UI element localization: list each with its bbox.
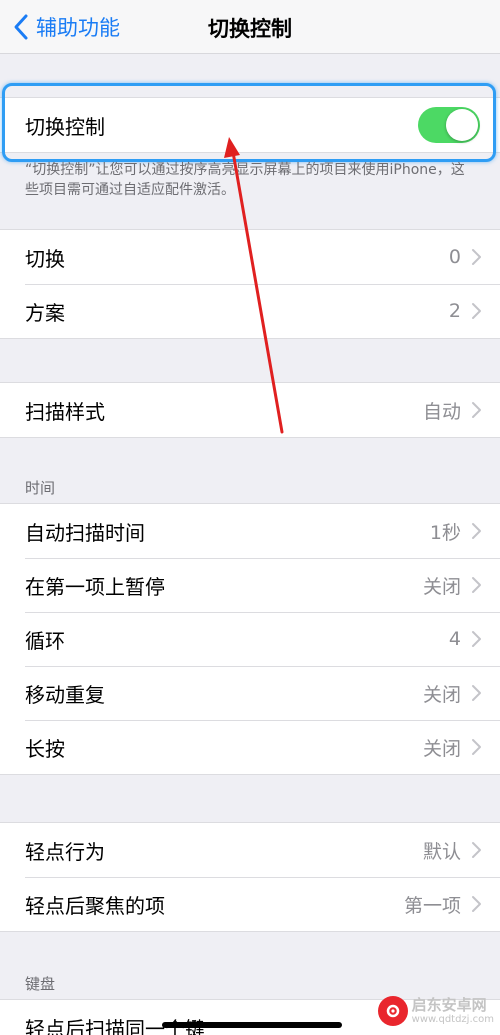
watermark-logo-icon <box>377 996 408 1026</box>
tap-group: 轻点行为 默认 轻点后聚焦的项 第一项 <box>0 822 500 932</box>
row-label: 方案 <box>25 300 65 325</box>
focused-item-after-tap-row[interactable]: 轻点后聚焦的项 第一项 <box>0 877 500 931</box>
row-value: 4 <box>448 628 461 650</box>
row-label: 长按 <box>25 736 65 761</box>
switch-control-footnote: “切换控制”让您可以通过按序高亮显示屏幕上的项目来使用iPhone，这些项目需可… <box>25 162 465 198</box>
recipes-row[interactable]: 方案 2 <box>0 284 500 338</box>
row-label: 循环 <box>25 628 65 653</box>
chevron-right-icon <box>472 739 481 755</box>
row-value: 关闭 <box>422 683 461 706</box>
row-label: 自动扫描时间 <box>25 520 145 545</box>
long-press-row[interactable]: 长按 关闭 <box>0 720 500 774</box>
chevron-right-icon <box>472 303 481 319</box>
keyboard-section-header: 键盘 <box>25 975 56 993</box>
switch-control-row: 切换控制 <box>0 98 500 152</box>
row-value: 1秒 <box>429 521 461 544</box>
row-label: 轻点行为 <box>25 839 105 864</box>
toggle-knob <box>446 109 478 141</box>
scanning-style-group: 扫描样式 自动 <box>0 382 500 438</box>
chevron-right-icon <box>472 402 481 418</box>
row-value: 2 <box>448 300 461 322</box>
pause-on-first-item-row[interactable]: 在第一项上暂停 关闭 <box>0 558 500 612</box>
row-label: 移动重复 <box>25 682 105 707</box>
switches-row[interactable]: 切换 0 <box>0 230 500 284</box>
watermark: 启东安卓网 www.qdtdzj.com <box>377 995 494 1026</box>
row-value: 默认 <box>422 840 461 863</box>
row-label: 扫描样式 <box>25 399 105 424</box>
switches-group: 切换 0 方案 2 <box>0 229 500 339</box>
row-value: 关闭 <box>422 575 461 598</box>
tap-behavior-row[interactable]: 轻点行为 默认 <box>0 823 500 877</box>
watermark-main: 启东安卓网 <box>411 995 487 1014</box>
timing-group: 自动扫描时间 1秒 在第一项上暂停 关闭 循环 4 移动重复 关闭 长按 关闭 <box>0 503 500 775</box>
switch-control-toggle[interactable] <box>418 107 480 143</box>
page-title: 切换控制 <box>208 17 292 41</box>
row-value: 自动 <box>422 400 461 423</box>
watermark-text: 启东安卓网 www.qdtdzj.com <box>411 995 494 1026</box>
row-value: 第一项 <box>403 894 461 917</box>
chevron-right-icon <box>472 842 481 858</box>
chevron-right-icon <box>472 685 481 701</box>
chevron-right-icon <box>472 523 481 539</box>
row-label: 在第一项上暂停 <box>25 574 165 599</box>
row-label: 轻点后聚焦的项 <box>25 893 165 918</box>
row-label: 切换 <box>25 246 65 271</box>
row-value: 关闭 <box>422 737 461 760</box>
loops-row[interactable]: 循环 4 <box>0 612 500 666</box>
switch-control-label: 切换控制 <box>25 114 105 139</box>
chevron-right-icon <box>472 631 481 647</box>
auto-scan-time-row[interactable]: 自动扫描时间 1秒 <box>0 504 500 558</box>
chevron-right-icon <box>472 577 481 593</box>
row-value: 0 <box>448 246 461 268</box>
scanning-style-row[interactable]: 扫描样式 自动 <box>0 383 500 437</box>
master-switch-group: 切换控制 <box>0 97 500 153</box>
chevron-right-icon <box>472 249 481 265</box>
home-indicator <box>162 1022 342 1028</box>
chevron-right-icon <box>472 896 481 912</box>
timing-section-header: 时间 <box>25 479 56 497</box>
navigation-bar: 辅助功能 切换控制 <box>0 0 500 54</box>
watermark-sub: www.qdtdzj.com <box>411 1013 494 1025</box>
move-repeat-row[interactable]: 移动重复 关闭 <box>0 666 500 720</box>
